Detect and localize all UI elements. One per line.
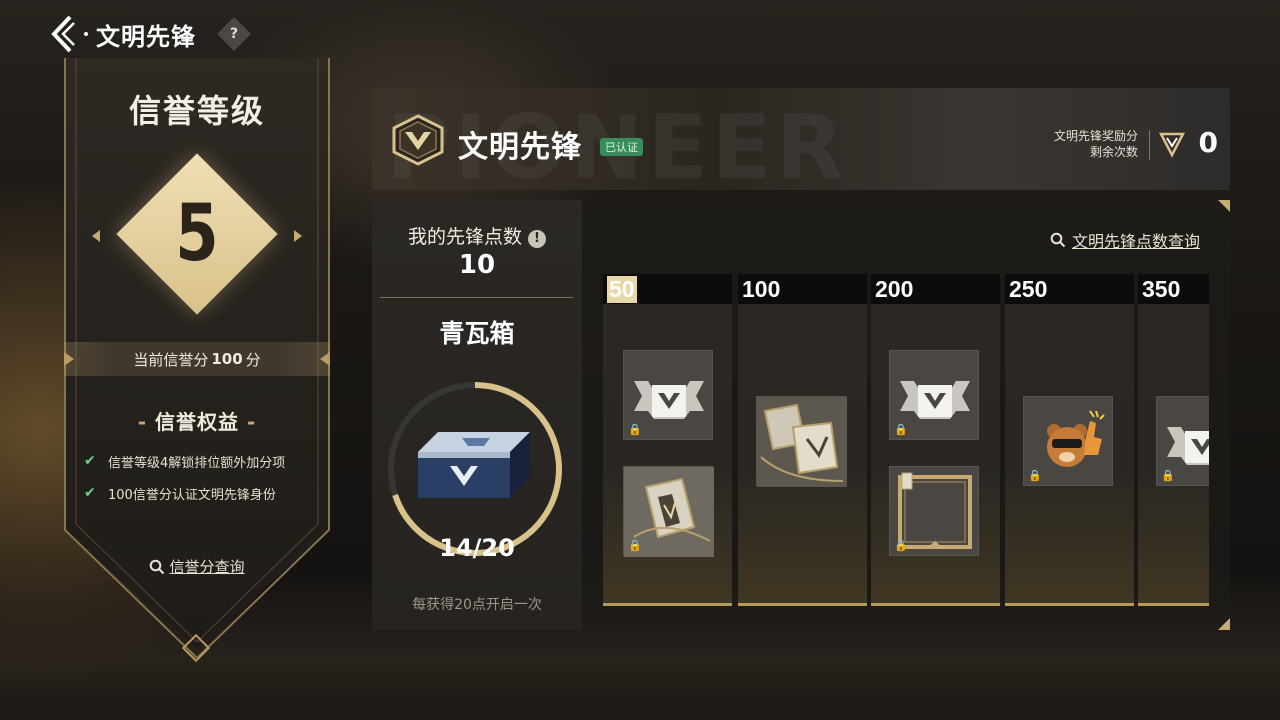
lock-icon: 🔒 bbox=[1161, 469, 1175, 482]
title-ornament: - bbox=[247, 410, 257, 434]
arrow-right-icon bbox=[294, 230, 302, 242]
lock-icon: 🔒 bbox=[894, 423, 908, 436]
lock-icon: 🔒 bbox=[894, 539, 908, 552]
reward-label-line2: 剩余次数 bbox=[1089, 145, 1138, 159]
help-button[interactable]: ? bbox=[217, 17, 251, 51]
lock-icon: 🔒 bbox=[1028, 469, 1042, 482]
corner-ornament bbox=[1218, 200, 1230, 212]
lock-icon: 🔒 bbox=[628, 423, 642, 436]
benefit-item: ✔ 信誉等级4解锁排位额外加分项 bbox=[84, 451, 285, 471]
tier-threshold: 100 bbox=[742, 276, 781, 302]
score-bar-cap-left bbox=[64, 352, 74, 366]
score-unit: 分 bbox=[245, 350, 261, 369]
reward-track[interactable]: 50 🔒 🔒 100 200 🔒 🔒 250 🔒 350 🔒 bbox=[603, 274, 1209, 606]
check-icon: ✔ bbox=[84, 485, 96, 501]
pioneer-query-label: 文明先锋点数查询 bbox=[1072, 232, 1201, 251]
reward-remaining-label: 文明先锋奖励分 剩余次数 bbox=[1054, 128, 1138, 160]
search-icon bbox=[1050, 232, 1066, 248]
points-divider bbox=[380, 297, 573, 298]
tier-threshold: 200 bbox=[875, 276, 914, 302]
question-icon: ? bbox=[229, 26, 239, 42]
reward-card-dogtag[interactable]: 🔒 bbox=[623, 466, 714, 557]
back-button[interactable] bbox=[46, 14, 80, 54]
reward-card-sticker[interactable]: 🔒 bbox=[1023, 396, 1113, 486]
corner-ornament bbox=[1218, 618, 1230, 630]
lock-icon: 🔒 bbox=[628, 539, 642, 552]
reward-tier: 200 🔒 🔒 bbox=[871, 274, 1000, 606]
my-points-value: 10 bbox=[458, 250, 496, 280]
rank-level-number: 5 bbox=[175, 189, 219, 279]
tier-threshold: 250 bbox=[1009, 276, 1048, 302]
pioneer-title: 文明先锋 bbox=[458, 130, 582, 165]
reward-card-badge[interactable]: 🔒 bbox=[623, 350, 713, 440]
credit-score-query-link[interactable]: 信誉分查询 bbox=[64, 556, 330, 577]
rank-level-badge: 5 bbox=[116, 152, 278, 316]
score-value: 100 bbox=[211, 350, 243, 368]
reward-tier: 350 🔒 bbox=[1138, 274, 1209, 606]
my-points-label: 我的先锋点数! bbox=[372, 222, 582, 249]
check-icon: ✔ bbox=[84, 453, 96, 469]
dog-tag-pair-icon bbox=[757, 397, 847, 487]
reward-card-frame[interactable]: 🔒 bbox=[889, 466, 979, 556]
reward-tier: 100 bbox=[738, 274, 867, 606]
page-title: 文明先锋 bbox=[96, 22, 196, 51]
reward-label-line1: 文明先锋奖励分 bbox=[1053, 129, 1138, 143]
top-bar: 文明先锋 ? bbox=[46, 12, 251, 56]
chevron-left-icon bbox=[51, 15, 75, 53]
pioneer-header: PIONEER 文明先锋 已认证 文明先锋奖励分 剩余次数 0 bbox=[372, 88, 1230, 190]
rank-title: 信誉等级 bbox=[128, 92, 265, 130]
reward-separator bbox=[1149, 130, 1150, 160]
reward-tier: 50 🔒 🔒 bbox=[603, 274, 732, 606]
benefits-title-label: 信誉权益 bbox=[155, 410, 239, 434]
pioneer-token-icon bbox=[1158, 132, 1186, 158]
tier-threshold: 350 bbox=[1142, 276, 1181, 302]
benefit-text: 信誉等级4解锁排位额外加分项 bbox=[108, 455, 286, 471]
blue-chest-icon bbox=[418, 432, 530, 498]
benefits-title: - 信誉权益 - bbox=[64, 406, 330, 435]
pioneer-emblem-icon bbox=[392, 114, 444, 166]
chest-progress-text: 14/20 bbox=[439, 534, 515, 562]
reward-tier: 250 🔒 bbox=[1005, 274, 1134, 606]
arrow-left-icon bbox=[92, 230, 100, 242]
reward-remaining-count: 0 bbox=[1198, 126, 1218, 159]
pioneer-points-query-link[interactable]: 文明先锋点数查询 bbox=[1050, 228, 1200, 252]
points-label-text: 我的先锋点数 bbox=[407, 226, 522, 248]
reward-card-badge[interactable]: 🔒 bbox=[1156, 396, 1209, 486]
score-prefix: 当前信誉分 bbox=[133, 350, 209, 369]
reward-card-badge[interactable]: 🔒 bbox=[889, 350, 979, 440]
info-icon[interactable]: ! bbox=[528, 230, 546, 248]
verified-badge: 已认证 bbox=[600, 138, 643, 156]
current-score-bar: 当前信誉分 100 分 bbox=[64, 342, 330, 376]
title-dot bbox=[84, 32, 88, 36]
score-bar-cap-right bbox=[320, 352, 330, 366]
benefit-item: ✔ 100信誉分认证文明先锋身份 bbox=[84, 483, 276, 503]
reward-card-dogtag-pair[interactable] bbox=[756, 396, 847, 487]
title-ornament: - bbox=[137, 410, 147, 434]
search-icon bbox=[150, 559, 165, 574]
credit-query-label: 信誉分查询 bbox=[169, 558, 245, 576]
benefit-text: 100信誉分认证文明先锋身份 bbox=[108, 487, 276, 503]
chest-name: 青瓦箱 bbox=[439, 319, 515, 348]
tier-threshold: 50 bbox=[607, 276, 637, 303]
chest-hint: 每获得20点开启一次 bbox=[412, 597, 542, 613]
